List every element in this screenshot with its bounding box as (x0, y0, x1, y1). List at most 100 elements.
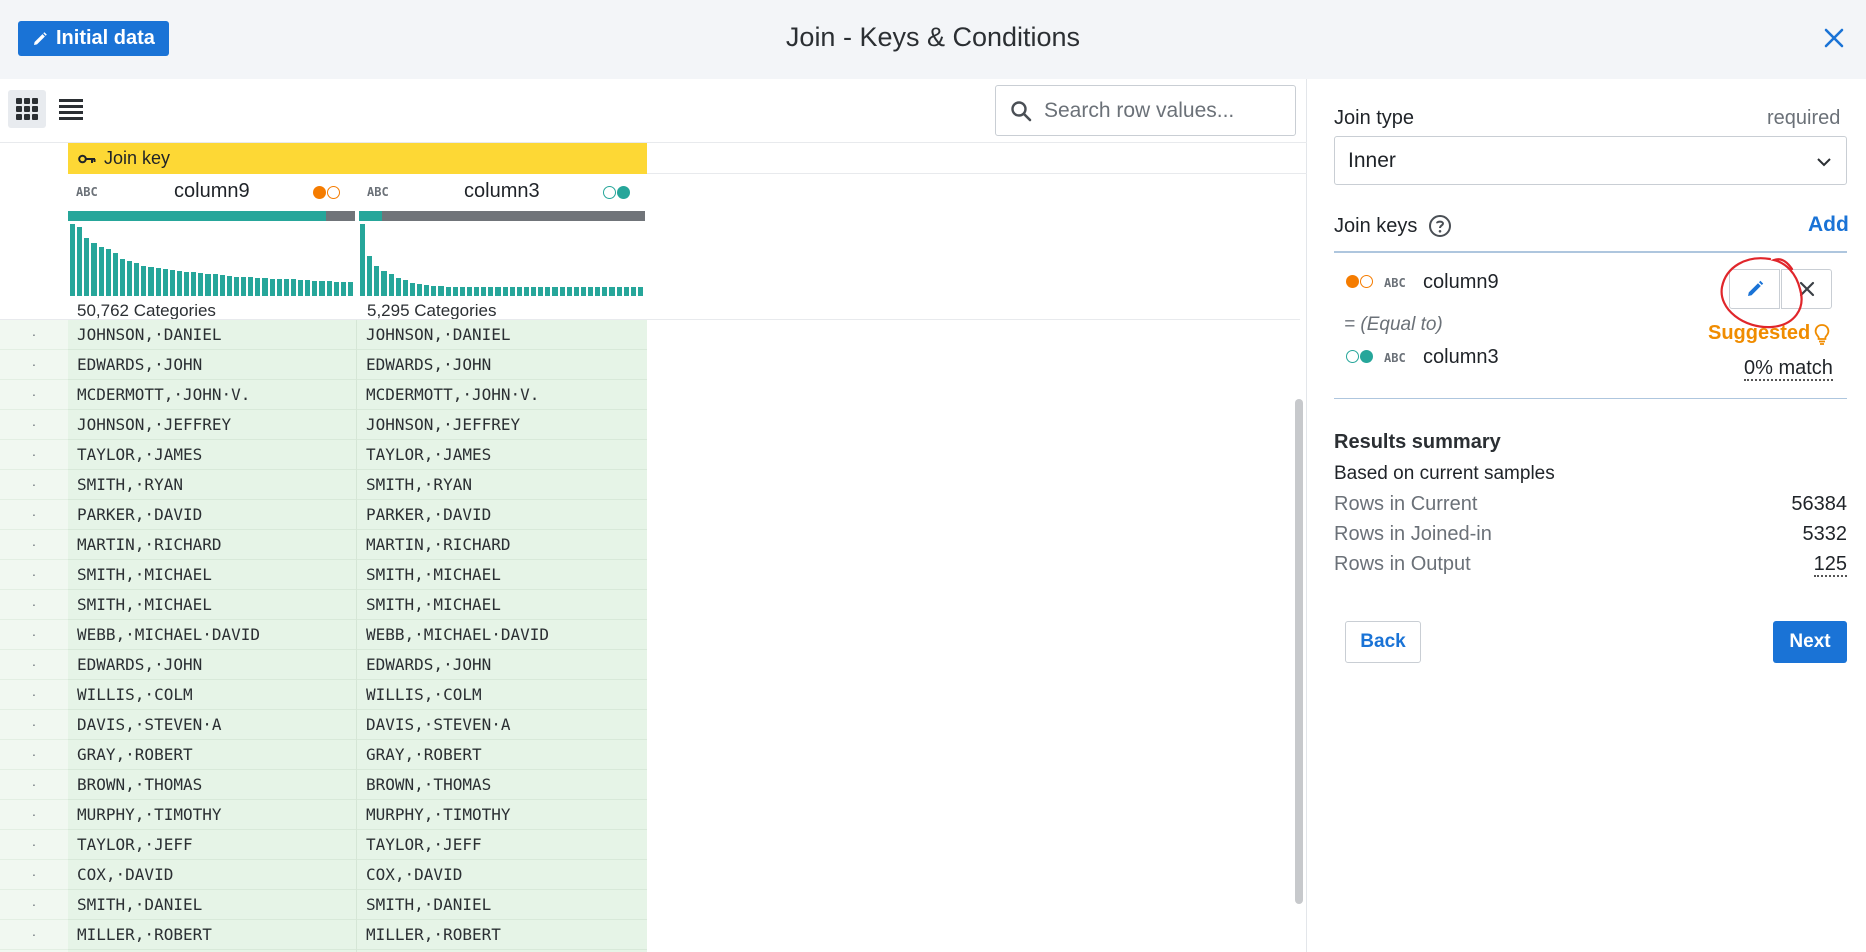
histogram-bar[interactable] (360, 224, 366, 296)
histogram-bar[interactable] (409, 283, 415, 296)
cell-column3[interactable]: GRAY,·ROBERT (357, 740, 647, 770)
cell-column3[interactable]: EDWARDS,·JOHN (357, 650, 647, 680)
match-percentage[interactable]: 0% match (1744, 357, 1833, 381)
cell-column3[interactable]: PARKER,·DAVID (357, 500, 647, 530)
histogram-bar[interactable] (595, 287, 601, 296)
histogram-bar[interactable] (269, 279, 275, 296)
histogram-bar[interactable] (616, 287, 622, 296)
histogram-bar[interactable] (112, 253, 118, 296)
histogram-bar[interactable] (305, 280, 311, 296)
initial-data-button[interactable]: Initial data (18, 21, 169, 56)
histogram-bar[interactable] (531, 287, 537, 296)
cell-column3[interactable]: SMITH,·MICHAEL (357, 590, 647, 620)
cell-column9[interactable]: BROWN,·THOMAS (68, 770, 356, 800)
histogram-bar[interactable] (283, 279, 289, 296)
cell-column9[interactable]: DAVIS,·STEVEN·A (68, 710, 356, 740)
histogram-bar[interactable] (502, 287, 508, 296)
histogram-bar[interactable] (559, 287, 565, 296)
histogram-bar[interactable] (602, 287, 608, 296)
cell-column9[interactable]: JOHNSON,·DANIEL (68, 320, 356, 350)
cell-column3[interactable]: SMITH,·RYAN (357, 470, 647, 500)
histogram-bar[interactable] (276, 279, 282, 296)
histogram-bar[interactable] (573, 287, 579, 296)
histogram-bar[interactable] (474, 287, 480, 296)
histogram-bar[interactable] (326, 281, 332, 296)
cell-column3[interactable]: JOHNSON,·JEFFREY (357, 410, 647, 440)
histogram-column9[interactable] (70, 224, 355, 304)
cell-column9[interactable]: MCDERMOTT,·JOHN·V. (68, 380, 356, 410)
histogram-bar[interactable] (255, 278, 261, 296)
cell-column9[interactable]: COX,·DAVID (68, 860, 356, 890)
histogram-bar[interactable] (127, 261, 133, 296)
cell-column9[interactable]: WILLIS,·COLM (68, 680, 356, 710)
histogram-bar[interactable] (312, 281, 318, 296)
histogram-bar[interactable] (459, 287, 465, 296)
cell-column9[interactable]: MARTIN,·RICHARD (68, 530, 356, 560)
histogram-bar[interactable] (148, 267, 154, 296)
histogram-bar[interactable] (347, 282, 353, 296)
search-input[interactable] (1044, 94, 1284, 128)
close-icon[interactable] (1820, 24, 1848, 52)
summary-value[interactable]: 125 (1813, 553, 1847, 577)
cell-column3[interactable]: EDWARDS,·JOHN (357, 350, 647, 380)
histogram-bar[interactable] (84, 238, 90, 296)
cell-column3[interactable]: WILLIS,·COLM (357, 680, 647, 710)
histogram-bar[interactable] (431, 286, 437, 296)
histogram-bar[interactable] (198, 273, 204, 296)
cell-column3[interactable]: MILLER,·ROBERT (357, 920, 647, 950)
histogram-bar[interactable] (588, 287, 594, 296)
add-key-link[interactable]: Add (1808, 213, 1849, 237)
histogram-bar[interactable] (566, 287, 572, 296)
histogram-bar[interactable] (381, 271, 387, 296)
histogram-bar[interactable] (452, 287, 458, 296)
cell-column9[interactable]: SMITH,·MICHAEL (68, 590, 356, 620)
histogram-bar[interactable] (134, 263, 140, 296)
histogram-bar[interactable] (298, 280, 304, 296)
histogram-bar[interactable] (319, 281, 325, 296)
histogram-bar[interactable] (538, 287, 544, 296)
column-header-column3[interactable]: ABC column3 (357, 174, 647, 210)
histogram-bar[interactable] (70, 224, 76, 296)
cell-column3[interactable]: BROWN,·THOMAS (357, 770, 647, 800)
join-type-select[interactable]: Inner (1334, 136, 1847, 185)
histogram-bar[interactable] (637, 287, 643, 296)
histogram-bar[interactable] (226, 276, 232, 296)
cell-column9[interactable]: GRAY,·ROBERT (68, 740, 356, 770)
histogram-bar[interactable] (233, 277, 239, 296)
histogram-bar[interactable] (219, 275, 225, 296)
cell-column3[interactable]: DAVIS,·STEVEN·A (357, 710, 647, 740)
histogram-bar[interactable] (445, 287, 451, 296)
edit-key-button[interactable] (1729, 269, 1780, 309)
cell-column9[interactable]: SMITH,·DANIEL (68, 890, 356, 920)
histogram-bar[interactable] (388, 274, 394, 296)
histogram-bar[interactable] (630, 287, 636, 296)
list-view-button[interactable] (52, 90, 90, 128)
cell-column9[interactable]: MURPHY,·TIMOTHY (68, 800, 356, 830)
scrollbar-thumb[interactable] (1295, 399, 1303, 904)
histogram-bar[interactable] (509, 287, 515, 296)
histogram-bar[interactable] (495, 287, 501, 296)
histogram-bar[interactable] (417, 284, 423, 296)
vertical-scrollbar[interactable] (1293, 319, 1305, 952)
histogram-bar[interactable] (119, 259, 125, 296)
histogram-bar[interactable] (169, 270, 175, 296)
cell-column9[interactable]: EDWARDS,·JOHN (68, 650, 356, 680)
histogram-bar[interactable] (290, 279, 296, 296)
histogram-bar[interactable] (162, 269, 168, 296)
histogram-bar[interactable] (340, 282, 346, 296)
histogram-bar[interactable] (155, 268, 161, 296)
histogram-bar[interactable] (205, 274, 211, 296)
back-button[interactable]: Back (1345, 621, 1421, 663)
histogram-column3[interactable] (360, 224, 645, 304)
cell-column3[interactable]: MARTIN,·RICHARD (357, 530, 647, 560)
cell-column9[interactable]: WEBB,·MICHAEL·DAVID (68, 620, 356, 650)
histogram-bar[interactable] (333, 282, 339, 296)
help-icon[interactable] (1428, 214, 1452, 238)
histogram-bar[interactable] (402, 280, 408, 296)
remove-key-button[interactable] (1781, 269, 1832, 309)
histogram-bar[interactable] (262, 278, 268, 296)
cell-column3[interactable]: SMITH,·DANIEL (357, 890, 647, 920)
cell-column9[interactable]: MILLER,·ROBERT (68, 920, 356, 950)
histogram-bar[interactable] (395, 278, 401, 296)
histogram-bar[interactable] (98, 247, 104, 296)
